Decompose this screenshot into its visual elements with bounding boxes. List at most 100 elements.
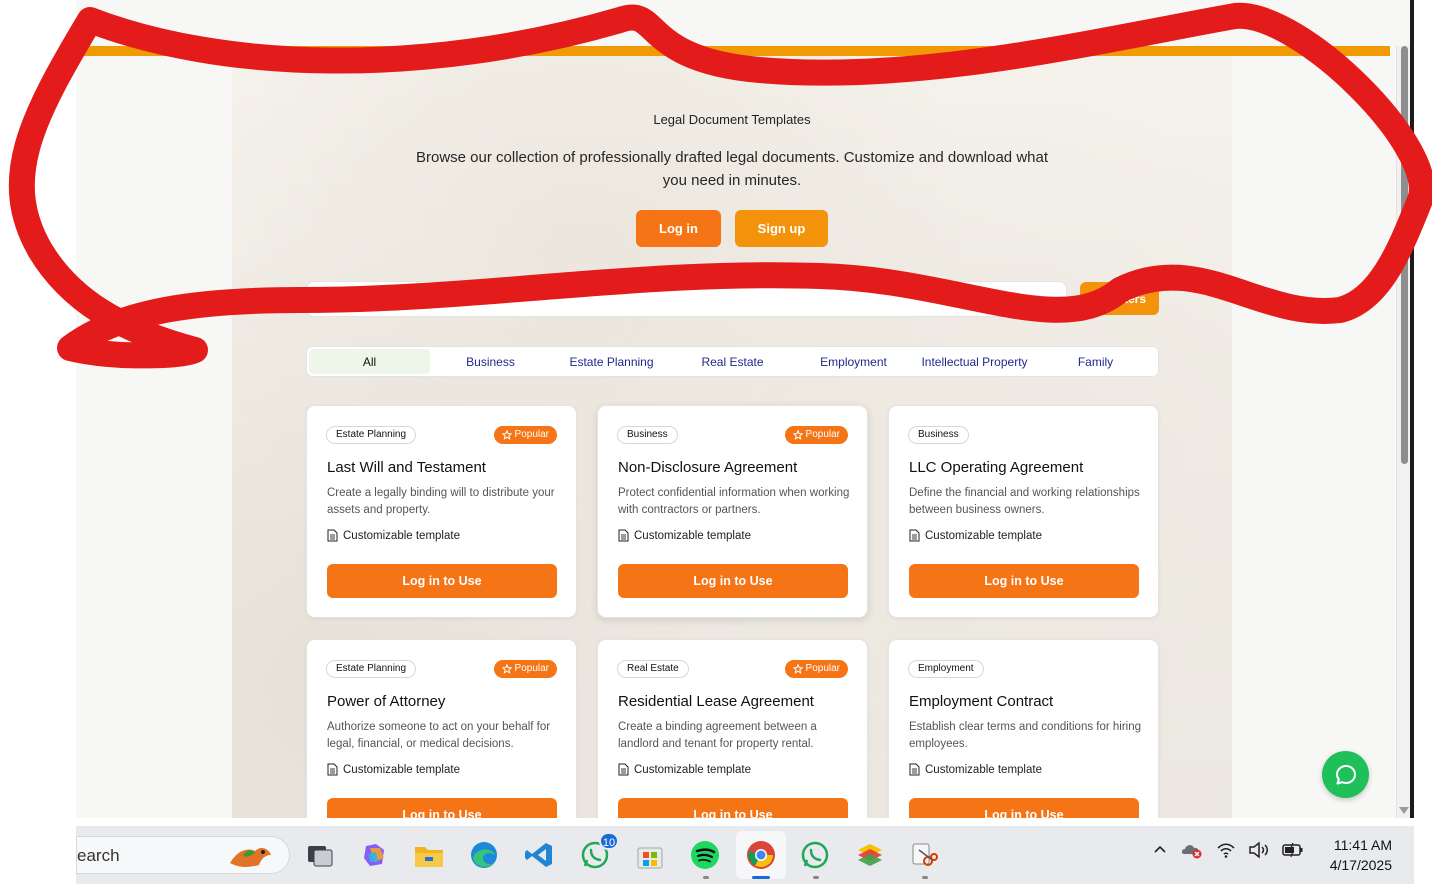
tab-business[interactable]: Business — [430, 349, 551, 374]
login-to-use-button[interactable]: Log in to Use — [327, 564, 557, 598]
feature-label: Customizable template — [634, 529, 751, 542]
login-to-use-button[interactable]: Log in to Use — [327, 798, 557, 818]
vscode-icon[interactable] — [522, 838, 556, 872]
document-card: Employment Employment Contract Establish… — [888, 639, 1159, 818]
search-icon — [317, 292, 331, 306]
card-title: Residential Lease Agreement — [618, 693, 814, 710]
card-title: Employment Contract — [909, 693, 1054, 710]
spotify-icon[interactable] — [688, 838, 722, 872]
login-to-use-button[interactable]: Log in to Use — [618, 564, 848, 598]
login-to-use-button[interactable]: Log in to Use — [618, 798, 848, 818]
login-button[interactable]: Log in — [636, 210, 721, 247]
page-subtitle: Browse our collection of professionally … — [415, 149, 1048, 189]
card-feature: Customizable template — [327, 763, 460, 776]
running-indicator — [703, 876, 709, 879]
category-badge: Estate Planning — [326, 660, 417, 678]
card-feature: Customizable template — [618, 763, 751, 776]
card-description: Protect confidential information when wo… — [618, 487, 850, 516]
filter-icon — [1093, 293, 1105, 304]
document-card: Business LLC Operating Agreement Define … — [888, 405, 1159, 618]
popular-badge: Popular — [784, 660, 848, 678]
signup-button[interactable]: Sign up — [735, 210, 828, 247]
category-badge: Estate Planning — [326, 426, 417, 444]
search-bar[interactable] — [306, 281, 1067, 317]
card-description: Authorize someone to act on your behalf … — [327, 721, 551, 750]
browser-viewport: Legal Document Templates Browse our coll… — [76, 0, 1414, 818]
snipping-tool-icon[interactable] — [907, 838, 941, 872]
filters-label: Filters — [1109, 291, 1146, 306]
system-tray — [1152, 840, 1304, 860]
document-card: Estate Planning Popular Power of Attorne… — [306, 639, 577, 818]
document-icon — [618, 529, 629, 542]
task-view-icon[interactable] — [304, 838, 338, 872]
card-feature: Customizable template — [327, 529, 460, 542]
clock-time: 11:41 AM — [1333, 837, 1392, 853]
search-input[interactable] — [339, 290, 1039, 310]
feature-label: Customizable template — [343, 763, 460, 776]
category-tabs: All Business Estate Planning Real Estate… — [306, 346, 1159, 377]
whatsapp-desktop-icon[interactable] — [798, 838, 832, 872]
card-title: LLC Operating Agreement — [909, 459, 1084, 476]
running-indicator — [813, 876, 819, 879]
volume-icon[interactable] — [1248, 841, 1270, 859]
file-explorer-icon[interactable] — [412, 838, 446, 872]
tab-all[interactable]: All — [309, 349, 430, 374]
taskbar-search-text: earch — [77, 846, 120, 865]
notification-count-badge: 10 — [599, 832, 619, 850]
tab-intellectual-property[interactable]: Intellectual Property — [914, 349, 1035, 374]
page-title: Legal Document Templates — [653, 112, 811, 127]
microsoft-store-icon[interactable] — [633, 838, 667, 872]
feature-label: Customizable template — [634, 763, 751, 776]
card-description: Define the financial and working relatio… — [909, 487, 1140, 516]
login-to-use-button[interactable]: Log in to Use — [909, 564, 1139, 598]
wifi-icon[interactable] — [1216, 841, 1236, 859]
star-icon — [501, 664, 512, 674]
scrollbar[interactable] — [1396, 46, 1410, 818]
accent-bar — [76, 46, 1390, 56]
battery-icon[interactable] — [1282, 842, 1304, 858]
feature-label: Customizable template — [925, 529, 1042, 542]
parrot-icon — [230, 848, 271, 867]
document-card: Business Popular Non-Disclosure Agreemen… — [597, 405, 868, 618]
taskbar-search[interactable]: earch — [76, 836, 290, 874]
running-indicator — [922, 876, 928, 879]
card-title: Non-Disclosure Agreement — [618, 459, 798, 476]
filters-button[interactable]: Filters — [1080, 282, 1159, 315]
popular-badge: Popular — [784, 426, 848, 444]
category-badge: Real Estate — [617, 660, 689, 678]
star-icon — [792, 664, 803, 674]
tab-employment[interactable]: Employment — [793, 349, 914, 374]
card-description: Establish clear terms and conditions for… — [909, 721, 1142, 750]
whatsapp-icon[interactable]: 10 — [578, 832, 619, 872]
edge-icon[interactable] — [467, 838, 501, 872]
document-card: Estate Planning Popular Last Will and Te… — [306, 405, 577, 618]
copilot-icon[interactable] — [358, 838, 392, 872]
chat-button[interactable] — [1322, 751, 1369, 798]
tab-real-estate[interactable]: Real Estate — [672, 349, 793, 374]
scrollbar-thumb[interactable] — [1401, 46, 1408, 464]
category-badge: Employment — [908, 660, 984, 678]
card-feature: Customizable template — [618, 529, 751, 542]
popular-badge: Popular — [493, 426, 557, 444]
popular-badge: Popular — [493, 660, 557, 678]
onedrive-error-icon[interactable] — [1180, 840, 1204, 860]
popular-label: Popular — [805, 663, 840, 674]
scroll-down-arrow-icon[interactable] — [1399, 807, 1409, 814]
category-badge: Business — [617, 426, 678, 444]
bluestacks-icon[interactable] — [853, 838, 887, 872]
chrome-icon[interactable] — [744, 838, 778, 872]
chevron-up-icon[interactable] — [1152, 842, 1168, 858]
document-icon — [327, 529, 338, 542]
card-title: Power of Attorney — [327, 693, 446, 710]
popular-label: Popular — [514, 429, 549, 440]
star-icon — [792, 430, 803, 440]
category-badge: Business — [908, 426, 969, 444]
document-icon — [327, 763, 338, 776]
clock[interactable]: 11:41 AM 4/17/2025 — [1330, 835, 1392, 875]
login-to-use-button[interactable]: Log in to Use — [909, 798, 1139, 818]
screen: Legal Document Templates Browse our coll… — [0, 0, 1432, 884]
active-app-indicator — [752, 876, 770, 879]
feature-label: Customizable template — [925, 763, 1042, 776]
tab-family[interactable]: Family — [1035, 349, 1156, 374]
tab-estate-planning[interactable]: Estate Planning — [551, 349, 672, 374]
